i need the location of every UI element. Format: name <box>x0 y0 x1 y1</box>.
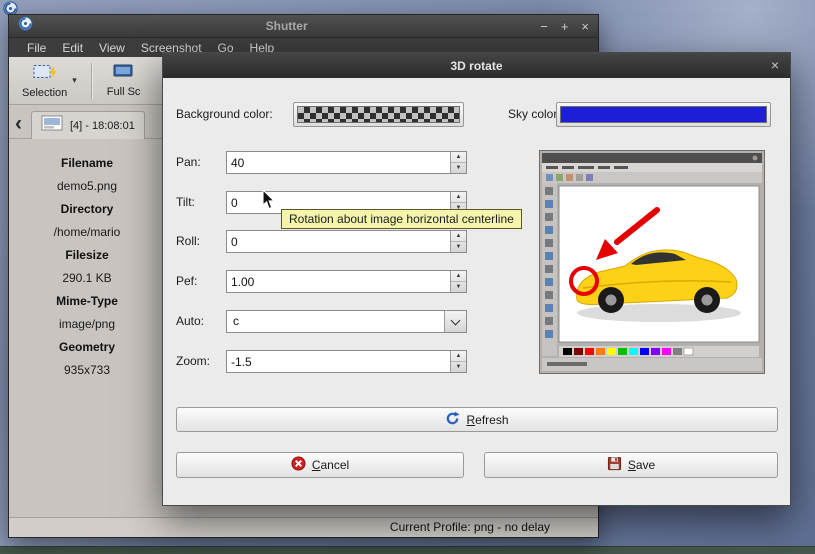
spin-up-icon[interactable]: ▲ <box>451 192 466 203</box>
sky-color-swatch <box>560 106 767 123</box>
save-icon <box>607 456 622 474</box>
file-info-panel: Filename demo5.png Directory /home/mario… <box>9 139 165 517</box>
session-tab-label: [4] - 18:08:01 <box>70 120 135 132</box>
auto-combobox-value: c <box>227 311 444 332</box>
pan-spinner[interactable]: ▲ ▼ <box>226 151 467 174</box>
tilt-label: Tilt: <box>176 195 195 210</box>
menu-view[interactable]: View <box>91 40 133 56</box>
spin-up-icon[interactable]: ▲ <box>451 351 466 362</box>
zoom-input[interactable] <box>227 351 450 372</box>
menu-edit[interactable]: Edit <box>54 40 91 56</box>
spin-down-icon[interactable]: ▼ <box>451 163 466 173</box>
refresh-icon <box>445 411 460 429</box>
roll-label: Roll: <box>176 234 200 249</box>
spin-up-icon[interactable]: ▲ <box>451 271 466 282</box>
pan-label: Pan: <box>176 155 201 170</box>
filename-label: Filename <box>9 152 165 175</box>
save-button[interactable]: Save <box>484 452 778 478</box>
minimize-button[interactable]: − <box>540 16 548 37</box>
dialog-title: 3D rotate <box>450 59 502 73</box>
pef-spinner[interactable]: ▲ ▼ <box>226 270 467 293</box>
session-tab[interactable]: [4] - 18:08:01 <box>31 111 145 139</box>
mimetype-label: Mime-Type <box>9 290 165 313</box>
desktop: Shutter − + × File Edit View Screenshot … <box>0 0 815 554</box>
combobox-dropdown-button[interactable] <box>444 311 466 332</box>
3d-rotate-dialog: 3D rotate × Background color: Sky color:… <box>162 52 791 506</box>
menu-file[interactable]: File <box>19 40 54 56</box>
spin-down-icon[interactable]: ▼ <box>451 282 466 292</box>
roll-input[interactable] <box>227 231 450 252</box>
fullscreen-button[interactable]: Full Sc <box>102 62 146 100</box>
geometry-value: 935x733 <box>9 359 165 382</box>
spin-down-icon[interactable]: ▼ <box>451 362 466 372</box>
chevron-down-icon[interactable]: ▾ <box>72 75 77 86</box>
previous-tab-button[interactable]: ‹ <box>15 111 22 137</box>
fullscreen-label: Full Sc <box>107 86 141 98</box>
selection-button[interactable]: Selection ▾ <box>17 61 82 101</box>
spin-down-icon[interactable]: ▼ <box>451 242 466 252</box>
tooltip: Rotation about image horizontal centerli… <box>281 209 522 229</box>
selection-label: Selection <box>22 87 67 99</box>
mouse-cursor-icon <box>262 190 276 215</box>
window-icon <box>18 16 33 36</box>
background-color-label: Background color: <box>176 107 273 122</box>
dialog-close-button[interactable]: × <box>771 53 779 77</box>
statusbar: Current Profile: png - no delay <box>9 517 598 537</box>
selection-icon <box>33 63 57 85</box>
zoom-spinner[interactable]: ▲ ▼ <box>226 350 467 373</box>
background-color-swatch <box>297 106 460 123</box>
dialog-titlebar[interactable]: 3D rotate × <box>163 53 790 78</box>
mimetype-value: image/png <box>9 313 165 336</box>
spin-up-icon[interactable]: ▲ <box>451 231 466 242</box>
background-color-button[interactable] <box>293 102 464 127</box>
pef-input[interactable] <box>227 271 450 292</box>
spin-up-icon[interactable]: ▲ <box>451 152 466 163</box>
save-label: Save <box>628 458 655 472</box>
auto-combobox[interactable]: c <box>226 310 467 333</box>
sky-color-button[interactable] <box>556 102 771 127</box>
current-profile-text: Current Profile: png - no delay <box>390 520 550 534</box>
filesize-value: 290.1 KB <box>9 267 165 290</box>
zoom-label: Zoom: <box>176 354 210 369</box>
geometry-label: Geometry <box>9 336 165 359</box>
preview-image <box>539 150 765 374</box>
taskbar-strip <box>0 546 815 554</box>
close-button[interactable]: × <box>581 16 589 37</box>
sky-color-label: Sky color: <box>508 107 561 122</box>
cancel-label: Cancel <box>312 458 349 472</box>
maximize-button[interactable]: + <box>561 16 569 37</box>
refresh-label: Refresh <box>466 413 508 427</box>
refresh-button[interactable]: Refresh <box>176 407 778 432</box>
roll-spinner[interactable]: ▲ ▼ <box>226 230 467 253</box>
window-titlebar[interactable]: Shutter − + × <box>9 15 598 38</box>
toolbar-separator <box>91 63 93 99</box>
chevron-down-icon <box>451 315 461 325</box>
cancel-button[interactable]: Cancel <box>176 452 464 478</box>
auto-label: Auto: <box>176 314 204 329</box>
window-title: Shutter <box>33 19 540 33</box>
pef-label: Pef: <box>176 274 197 289</box>
pan-input[interactable] <box>227 152 450 173</box>
dialog-body: Background color: Sky color: Pan: ▲ ▼ Ti… <box>163 78 790 505</box>
directory-value: /home/mario <box>9 221 165 244</box>
thumbnail-icon <box>41 115 63 136</box>
cancel-icon <box>291 456 306 474</box>
directory-label: Directory <box>9 198 165 221</box>
filesize-label: Filesize <box>9 244 165 267</box>
fullscreen-icon <box>113 64 135 84</box>
filename-value: demo5.png <box>9 175 165 198</box>
